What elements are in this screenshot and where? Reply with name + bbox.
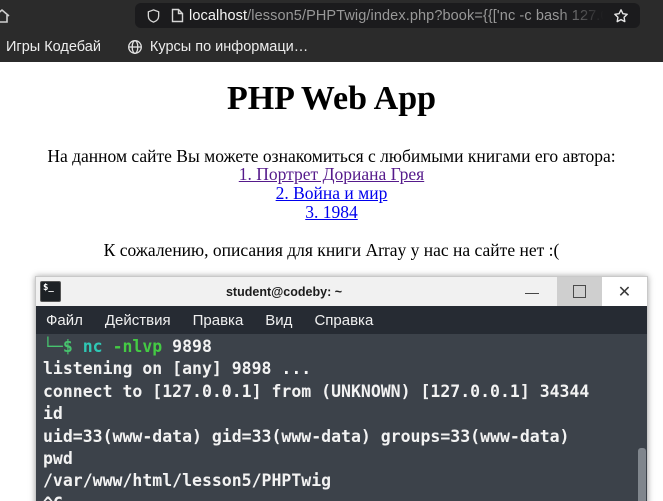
book-link-list: 1. Портрет Дориана Грея 2. Война и мир 3… [0,165,663,221]
bookmark-item-courses[interactable]: Курсы по информаци… [127,39,308,55]
terminal-scrollbar[interactable] [638,448,646,501]
maximize-icon [573,285,586,298]
terminal-line: /var/www/html/lesson5/PHPTwig [43,471,332,491]
book-link-2[interactable]: 2. Война и мир [0,183,663,203]
terminal-window: $_ student@codeby: ~ — ✕ Файл Действия П… [35,276,648,501]
bookmark-item-games[interactable]: Игры Кодебай [6,39,101,55]
terminal-line: pwd [43,449,73,469]
terminal-menubar: Файл Действия Правка Вид Справка [36,306,647,334]
maximize-button[interactable] [557,277,602,306]
menu-file[interactable]: Файл [46,312,83,329]
bookmark-label: Игры Кодебай [6,38,101,55]
bookmarks-bar: Игры Кодебай Курсы по информаци… [0,31,663,62]
url-text[interactable]: localhost/lesson5/PHPTwig/index.php?book… [189,8,608,24]
home-icon[interactable] [0,8,11,24]
menu-view[interactable]: Вид [265,312,292,329]
page-title: PHP Web App [226,80,437,117]
terminal-line: └─$ nc -nlvp 9898 [43,337,212,356]
screenshot-frame: localhost/lesson5/PHPTwig/index.php?book… [0,0,663,501]
terminal-output[interactable]: └─$ nc -nlvp 9898 listening on [any] 9898… [36,334,647,501]
book-link-3[interactable]: 3. 1984 [0,202,663,222]
page-info-icon[interactable] [171,8,184,23]
terminal-window-title: student@codeby: ~ [225,284,343,299]
not-found-message: К сожалению, описания для книги Array у … [103,240,560,260]
bookmark-label: Курсы по информаци… [149,38,309,55]
browser-chrome: localhost/lesson5/PHPTwig/index.php?book… [0,0,663,62]
minimize-button[interactable]: — [507,277,557,306]
book-link-1[interactable]: 1. Портрет Дориана Грея [0,165,663,184]
terminal-titlebar[interactable]: $_ student@codeby: ~ — ✕ [36,277,647,306]
browser-toolbar: localhost/lesson5/PHPTwig/index.php?book… [0,0,663,31]
terminal-line: listening on [any] 9898 ... [43,359,312,379]
menu-edit[interactable]: Правка [193,312,244,329]
terminal-app-icon: $_ [40,281,61,302]
menu-help[interactable]: Справка [314,312,373,329]
globe-icon [127,39,143,55]
url-host: localhost [189,7,248,24]
url-bar[interactable]: localhost/lesson5/PHPTwig/index.php?book… [135,3,640,28]
terminal-line: ^C [43,493,647,501]
terminal-line: connect to [127.0.0.1] from (UNKNOWN) [1… [43,381,590,401]
menu-actions[interactable]: Действия [105,312,171,329]
close-button[interactable]: ✕ [602,277,647,306]
bookmark-star-icon[interactable] [613,8,629,24]
terminal-line: uid=33(www-data) gid=33(www-data) groups… [43,426,570,446]
url-path: /lesson5/PHPTwig/index.php?book={{['nc -… [247,7,608,24]
shield-icon[interactable] [146,8,161,24]
terminal-line: id [43,404,63,424]
